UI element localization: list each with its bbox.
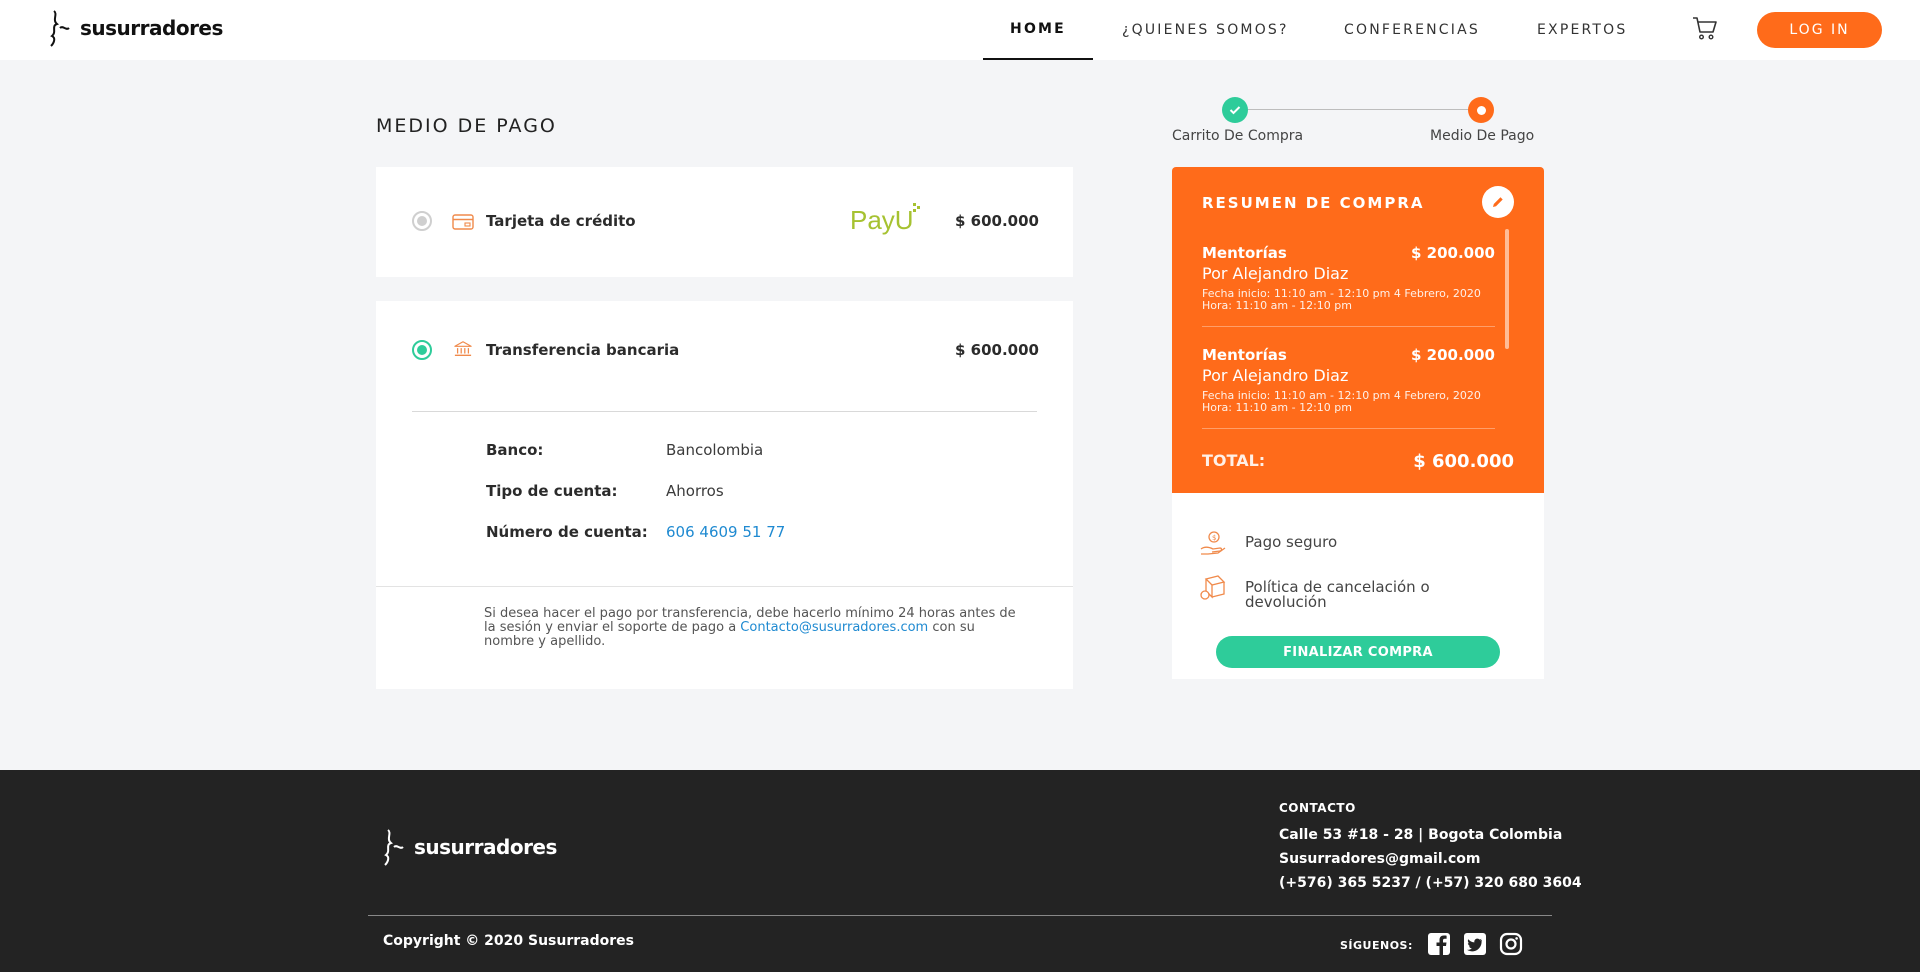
bank-transfer-radio[interactable] (412, 340, 432, 360)
secure-payment-icon: $ (1200, 531, 1226, 555)
item-expert: Por Alejandro Diaz (1202, 264, 1349, 283)
item-expert: Por Alejandro Diaz (1202, 366, 1349, 385)
item-date: Fecha inicio: 11:10 am - 12:10 pm 4 Febr… (1202, 287, 1481, 312)
step-label-payment: Medio De Pago (1430, 128, 1535, 144)
total-label: TOTAL: (1202, 451, 1266, 470)
contact-title: CONTACTO (1279, 801, 1356, 815)
account-number-value[interactable]: 606 4609 51 77 (666, 523, 785, 541)
credit-card-amount: $ 600.000 (955, 212, 1039, 230)
footer-logo[interactable]: susurradores (382, 827, 557, 867)
summary-actions: $ Pago seguro Política de cancelación od… (1172, 493, 1544, 679)
credit-card-label: Tarjeta de crédito (486, 212, 636, 230)
cancellation-policy-label[interactable]: Política de cancelación o devolución (1245, 580, 1430, 610)
item-name: Mentorías (1202, 244, 1287, 262)
svg-text:$: $ (1212, 534, 1216, 542)
nav-conferencias[interactable]: CONFERENCIAS (1344, 0, 1480, 60)
twitter-icon[interactable] (1463, 932, 1487, 956)
account-number-label: Número de cuenta: (486, 523, 648, 541)
header: susurradores HOME ¿QUIENES SOMOS? CONFER… (0, 0, 1920, 60)
finalize-purchase-button[interactable]: FINALIZAR COMPRA (1216, 636, 1500, 668)
bank-transfer-amount: $ 600.000 (955, 341, 1039, 359)
divider (412, 411, 1037, 412)
copyright: Copyright © 2020 Susurradores (383, 933, 634, 949)
nav-expertos[interactable]: EXPERTOS (1537, 0, 1628, 60)
step-cart-done (1222, 97, 1248, 123)
cart-icon[interactable] (1690, 14, 1720, 42)
contact-address: Calle 53 #18 - 28 | Bogota Colombia (1279, 827, 1563, 843)
facebook-icon[interactable] (1427, 932, 1451, 956)
item-date: Fecha inicio: 11:10 am - 12:10 pm 4 Febr… (1202, 389, 1481, 414)
check-icon (1229, 106, 1241, 115)
step-label-cart[interactable]: Carrito De Compra (1172, 128, 1303, 144)
step-payment-active (1468, 97, 1494, 123)
bank-name-value: Bancolombia (666, 441, 764, 459)
support-email-link[interactable]: Contacto@susurradores.com (740, 620, 928, 635)
item-price: $ 200.000 (1411, 244, 1495, 262)
account-type-value: Ahorros (666, 482, 724, 500)
transfer-note: Si desea hacer el pago por transferencia… (484, 607, 1024, 649)
payment-option-bank-transfer[interactable]: Transferencia bancaria $ 600.000 Banco: … (376, 301, 1073, 689)
divider (368, 915, 1552, 916)
follow-label: SÍGUENOS: (1340, 939, 1413, 952)
summary-title: RESUMEN DE COMPRA (1202, 194, 1425, 212)
site-logo[interactable]: susurradores (48, 8, 223, 48)
svg-text:PayU: PayU (850, 205, 914, 235)
divider (1202, 428, 1495, 429)
credit-card-icon (452, 214, 474, 230)
logo-mark-icon (384, 829, 404, 866)
logo-text: susurradores (414, 835, 557, 859)
edit-button[interactable] (1482, 186, 1514, 218)
divider (1202, 326, 1495, 327)
item-name: Mentorías (1202, 346, 1287, 364)
footer: susurradores CONTACTO Calle 53 #18 - 28 … (0, 770, 1920, 972)
bank-icon (454, 341, 472, 356)
bank-name-label: Banco: (486, 441, 544, 459)
page-title: MEDIO DE PAGO (376, 115, 557, 137)
cancellation-policy-icon (1200, 575, 1226, 600)
bank-transfer-label: Transferencia bancaria (486, 341, 680, 359)
pencil-icon (1493, 197, 1503, 207)
payment-option-credit-card[interactable]: Tarjeta de crédito PayU $ 600.000 (376, 167, 1073, 277)
logo-mark-icon (50, 10, 70, 47)
login-button[interactable]: LOG IN (1757, 12, 1882, 48)
logo-text: susurradores (80, 16, 223, 40)
contact-phones: (+576) 365 5237 / (+57) 320 680 3604 (1279, 875, 1582, 891)
instagram-icon[interactable] (1499, 932, 1523, 956)
total-value: $ 600.000 (1413, 451, 1514, 472)
contact-email[interactable]: Susurradores@gmail.com (1279, 851, 1480, 867)
account-type-label: Tipo de cuenta: (486, 482, 618, 500)
summary-scrollbar[interactable] (1505, 229, 1509, 349)
divider (376, 586, 1073, 587)
nav-home[interactable]: HOME (983, 0, 1093, 60)
item-price: $ 200.000 (1411, 346, 1495, 364)
secure-payment-label: Pago seguro (1245, 533, 1338, 551)
purchase-summary: RESUMEN DE COMPRA Mentorías $ 200.000 Po… (1172, 167, 1544, 493)
stepper-line (1235, 109, 1481, 110)
nav-quienes-somos[interactable]: ¿QUIENES SOMOS? (1122, 0, 1289, 60)
credit-card-radio[interactable] (412, 211, 432, 231)
payu-logo: PayU (850, 203, 920, 235)
